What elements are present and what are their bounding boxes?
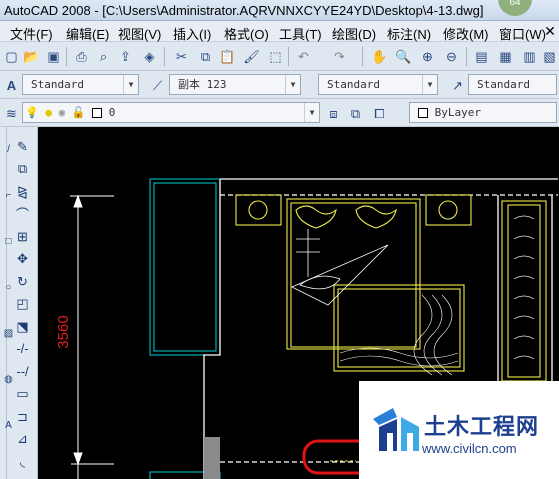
match-properties-icon[interactable]: 🖌	[242, 47, 261, 66]
dimension-line	[70, 194, 114, 479]
chevron-down-icon: ▼	[285, 75, 300, 94]
civilcn-logo	[373, 408, 419, 451]
multileader-style-value: Standard	[477, 78, 530, 91]
trim-icon[interactable]: -/-	[14, 340, 31, 357]
watermark: 土木工程网 www.civilcn.com	[359, 381, 559, 479]
wall-column	[204, 437, 220, 479]
window-title: AutoCAD 2008 - [C:\Users\Administrator.A…	[4, 3, 484, 18]
rug-pattern	[339, 294, 459, 376]
menu-modify[interactable]: 修改(M)	[443, 24, 489, 43]
draw-text-icon[interactable]: A	[0, 417, 17, 434]
layer-viewport-icon: ◉	[58, 106, 66, 119]
draw-rectangle-icon[interactable]: □	[0, 233, 17, 250]
dimension-style-value: 副本 123	[178, 78, 227, 91]
print-preview-icon[interactable]: ⌕	[94, 47, 113, 66]
tool-palettes-icon[interactable]: ▥	[520, 47, 539, 66]
current-layer-value: 0	[108, 106, 116, 119]
undo-icon[interactable]: ↶	[294, 47, 313, 66]
layer-on-icon: 💡	[25, 106, 39, 119]
save-icon[interactable]: ▣	[44, 47, 63, 66]
offset-icon[interactable]: ⌒	[14, 205, 31, 222]
color-swatch	[418, 108, 428, 118]
paste-icon[interactable]: 📋	[218, 47, 237, 66]
bed-furniture	[235, 194, 547, 382]
cut-icon[interactable]: ✂	[172, 47, 191, 66]
watermark-url: www.civilcn.com	[422, 441, 517, 456]
layer-thaw-icon: ●	[45, 106, 52, 119]
menu-format[interactable]: 格式(O)	[224, 24, 269, 43]
table-style-select[interactable]: Standard ▼	[318, 74, 438, 95]
pan-icon[interactable]: ✋	[370, 47, 389, 66]
zoom-realtime-icon[interactable]: 🔍	[394, 47, 413, 66]
draw-region-icon[interactable]: ◍	[0, 371, 17, 388]
layer-unlock-icon: 🔓	[71, 106, 86, 119]
layer-manager-icon[interactable]: ≋	[2, 104, 21, 123]
table-style-value: Standard	[327, 78, 380, 91]
menu-draw[interactable]: 绘图(D)	[332, 24, 376, 43]
dimension-style-icon[interactable]: ⟋	[148, 76, 167, 95]
close-icon[interactable]: ✕	[541, 22, 559, 40]
make-object-layer-current-icon[interactable]: ⧈	[324, 104, 343, 123]
properties-icon[interactable]: ▤	[472, 47, 491, 66]
wardrobe-hangers	[513, 215, 535, 360]
title-bar: AutoCAD 2008 - [C:\Users\Administrator.A…	[0, 0, 559, 21]
3d-dwf-icon[interactable]: ◈	[140, 47, 159, 66]
linetype-value: ByLayer	[434, 106, 481, 119]
dimension-text: 3560	[55, 315, 72, 348]
chevron-down-icon: ▼	[422, 75, 437, 94]
move-icon[interactable]: ✥	[14, 250, 31, 267]
dimension-style-select[interactable]: 副本 123 ▼	[169, 74, 301, 95]
window-badge: 64	[498, 0, 532, 16]
layers-toolbar: ≋ 💡 ● ◉ 🔓 0 ▼ ⧈ ⧉ ⧠ ByLayer	[0, 99, 559, 127]
menu-dimension[interactable]: 标注(N)	[387, 24, 431, 43]
text-style-value: Standard	[31, 78, 84, 91]
menu-window[interactable]: 窗口(W)	[499, 24, 546, 43]
zoom-previous-icon[interactable]: ⊖	[442, 47, 461, 66]
print-icon[interactable]: ⎙	[72, 47, 91, 66]
sheet-set-icon[interactable]: ▧	[540, 47, 559, 66]
multileader-style-icon[interactable]: ↗	[448, 76, 467, 95]
copy-icon[interactable]: ⧉	[196, 47, 215, 66]
menu-insert[interactable]: 插入(I)	[173, 24, 211, 43]
open-folder-icon[interactable]: 📂	[22, 47, 41, 66]
bed-linen	[291, 229, 389, 306]
layer-select[interactable]: 💡 ● ◉ 🔓 0 ▼	[22, 102, 320, 123]
text-style-icon[interactable]: A	[2, 76, 21, 95]
chevron-down-icon: ▼	[123, 75, 138, 94]
draw-hatch-icon[interactable]: ▧	[0, 325, 17, 342]
text-style-select[interactable]: Standard ▼	[22, 74, 139, 95]
layer-states-icon[interactable]: ⧠	[370, 104, 389, 123]
layer-previous-icon[interactable]: ⧉	[346, 104, 365, 123]
menu-tools[interactable]: 工具(T)	[279, 24, 322, 43]
modify-toolbar: ✎ ⧉ ⧎ ⌒ ⊞ ✥ ↻ ◰ ⬔ -/- --/ ▭ ⊐ ⊿ ◟ / ⌐ □ …	[0, 127, 38, 479]
layer-color-swatch	[92, 108, 103, 118]
multileader-style-select[interactable]: Standard	[468, 74, 557, 95]
publish-icon[interactable]: ⇪	[116, 47, 135, 66]
chevron-down-icon: ▼	[304, 103, 319, 122]
new-file-icon[interactable]: ▢	[2, 47, 21, 66]
menu-file[interactable]: 文件(F)	[10, 24, 53, 43]
draw-circle-icon[interactable]: ○	[0, 279, 17, 296]
standard-toolbar: ▢ 📂 ▣ ⎙ ⌕ ⇪ ◈ ✂ ⧉ 📋 🖌 ⬚ ↶ ↷ ✋ 🔍 ⊕ ⊖ ▤ ▦ …	[0, 42, 559, 71]
draw-polyline-icon[interactable]: ⌐	[0, 187, 17, 204]
menu-bar: 文件(F) 编辑(E) 视图(V) 插入(I) 格式(O) 工具(T) 绘图(D…	[0, 21, 559, 42]
window-frame	[149, 178, 221, 479]
draw-line-icon[interactable]: /	[0, 141, 17, 158]
copy-object-icon[interactable]: ⧉	[14, 160, 31, 177]
block-editor-icon[interactable]: ⬚	[266, 47, 285, 66]
menu-edit[interactable]: 编辑(E)	[66, 24, 109, 43]
zoom-window-icon[interactable]: ⊕	[418, 47, 437, 66]
styles-toolbar: A Standard ▼ ⟋ 副本 123 ▼ ▦ Standard ▼ ↗ S…	[0, 71, 559, 99]
watermark-site-name: 土木工程网	[424, 415, 540, 440]
menu-view[interactable]: 视图(V)	[118, 24, 161, 43]
scale-icon[interactable]: ◰	[14, 295, 31, 312]
fillet-icon[interactable]: ◟	[14, 453, 31, 470]
linetype-select[interactable]: ByLayer	[409, 102, 557, 123]
design-center-icon[interactable]: ▦	[496, 47, 515, 66]
redo-icon[interactable]: ↷	[330, 47, 349, 66]
